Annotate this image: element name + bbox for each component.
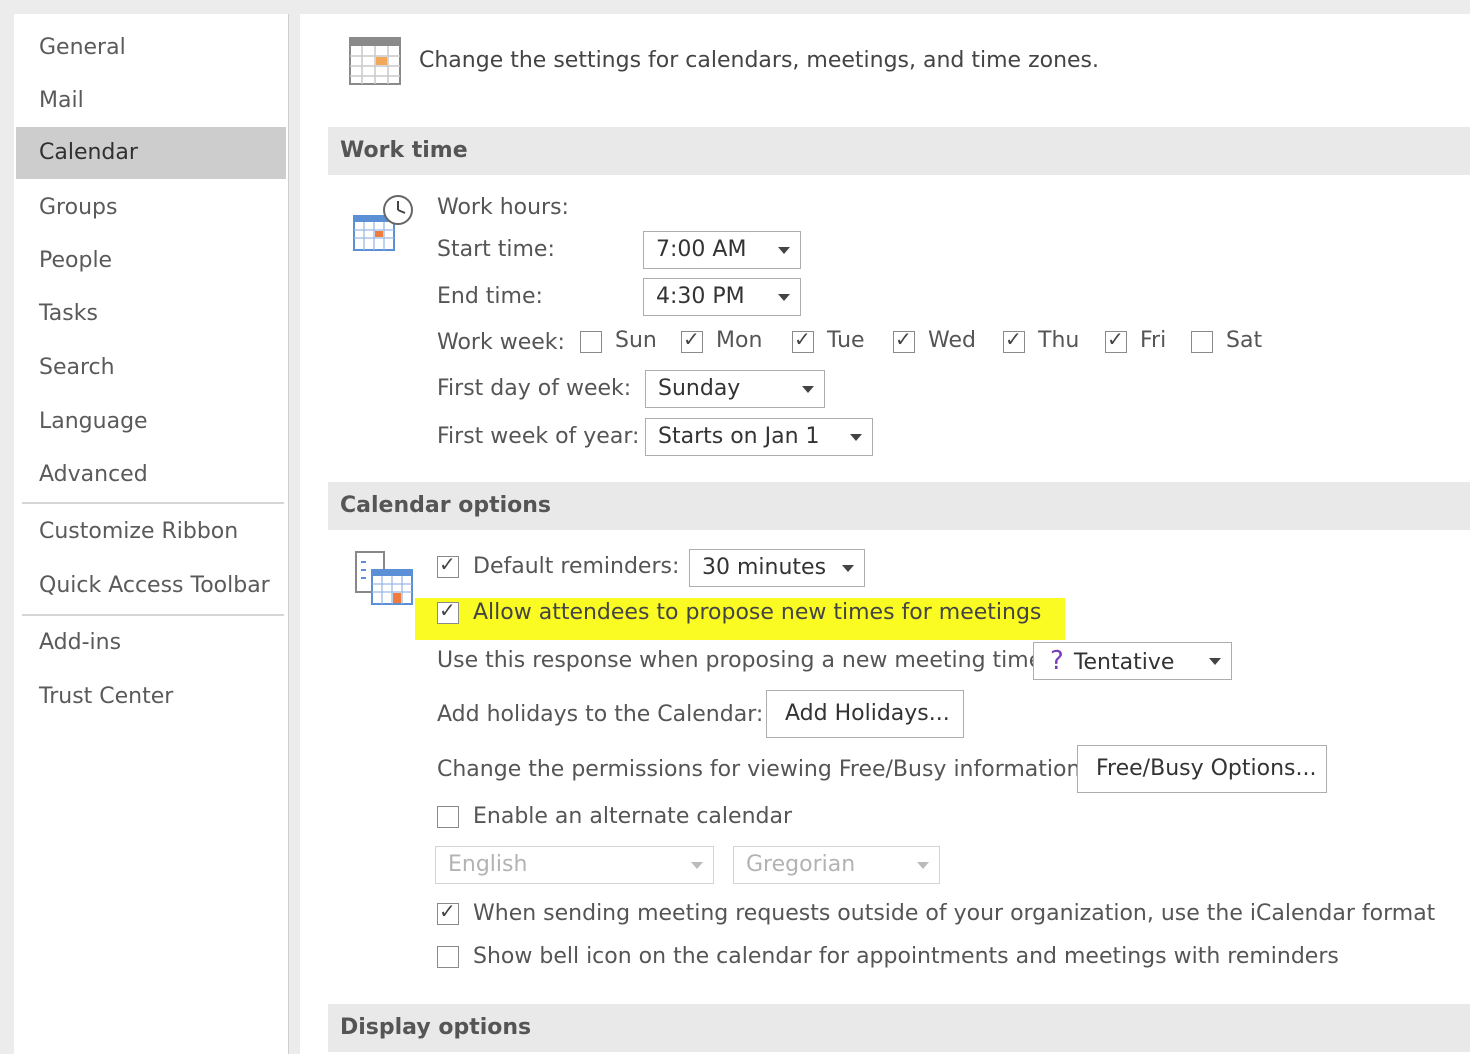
work-week-sat-label: Sat xyxy=(1226,328,1263,353)
work-week-tue-label: Tue xyxy=(827,328,865,353)
calendar-options-icon xyxy=(355,551,413,605)
section-header-display-options: Display options xyxy=(328,1004,1470,1052)
work-hours-clock-icon xyxy=(353,195,413,251)
work-week-tue-checkbox[interactable]: ✓ xyxy=(792,327,814,353)
alternate-language-dropdown[interactable]: English xyxy=(435,846,714,884)
sidebar-item-general[interactable]: General xyxy=(16,22,286,74)
chevron-down-icon xyxy=(778,247,790,254)
end-time-label: End time: xyxy=(437,284,543,309)
alternate-calendar-label: Enable an alternate calendar xyxy=(473,804,792,829)
start-time-dropdown[interactable]: 7:00 AM xyxy=(643,231,801,269)
work-week-wed-checkbox[interactable]: ✓ xyxy=(893,327,915,353)
tentative-question-icon: ? xyxy=(1050,646,1064,676)
work-week-thu-label: Thu xyxy=(1038,328,1080,353)
allow-propose-times-checkbox[interactable]: ✓ xyxy=(437,598,459,624)
sidebar-item-people[interactable]: People xyxy=(16,235,286,287)
chevron-down-icon xyxy=(917,862,929,869)
end-time-value: 4:30 PM xyxy=(656,284,745,309)
options-sidebar: General Mail Calendar Groups People Task… xyxy=(14,14,289,1054)
checkmark-icon: ✓ xyxy=(895,327,912,351)
work-week-sun-label: Sun xyxy=(615,328,657,353)
calendar-options-panel: Change the settings for calendars, meeti… xyxy=(300,14,1470,1054)
chevron-down-icon xyxy=(1209,658,1221,665)
default-reminders-value: 30 minutes xyxy=(702,555,827,580)
icalendar-format-label: When sending meeting requests outside of… xyxy=(473,901,1436,926)
page-description: Change the settings for calendars, meeti… xyxy=(419,48,1100,73)
sidebar-item-advanced[interactable]: Advanced xyxy=(16,449,286,501)
work-hours-label: Work hours: xyxy=(437,195,569,220)
work-week-sat-checkbox[interactable] xyxy=(1191,331,1213,353)
alternate-calendar-checkbox[interactable] xyxy=(437,806,459,828)
sidebar-item-groups[interactable]: Groups xyxy=(16,182,286,234)
work-week-mon-label: Mon xyxy=(716,328,763,353)
first-week-of-year-value: Starts on Jan 1 xyxy=(658,424,820,449)
chevron-down-icon xyxy=(842,565,854,572)
first-week-of-year-label: First week of year: xyxy=(437,424,640,449)
icalendar-format-checkbox[interactable]: ✓ xyxy=(437,899,459,925)
calendar-settings-icon xyxy=(349,37,401,85)
proposal-response-label: Use this response when proposing a new m… xyxy=(437,648,1050,673)
default-reminders-label: Default reminders: xyxy=(473,554,680,579)
chevron-down-icon xyxy=(802,386,814,393)
checkmark-icon: ✓ xyxy=(439,598,456,622)
default-reminders-checkbox[interactable]: ✓ xyxy=(437,552,459,578)
sidebar-item-search[interactable]: Search xyxy=(16,342,286,394)
work-week-fri-label: Fri xyxy=(1140,328,1167,353)
chevron-down-icon xyxy=(691,862,703,869)
checkmark-icon: ✓ xyxy=(683,327,700,351)
sidebar-item-tasks[interactable]: Tasks xyxy=(16,288,286,340)
sidebar-divider xyxy=(22,502,284,504)
proposal-response-dropdown[interactable]: ? Tentative xyxy=(1033,642,1232,680)
start-time-label: Start time: xyxy=(437,237,555,262)
first-week-of-year-dropdown[interactable]: Starts on Jan 1 xyxy=(645,418,873,456)
end-time-dropdown[interactable]: 4:30 PM xyxy=(643,278,801,316)
checkmark-icon: ✓ xyxy=(439,552,456,576)
checkmark-icon: ✓ xyxy=(439,899,456,923)
sidebar-divider xyxy=(22,614,284,616)
chevron-down-icon xyxy=(778,294,790,301)
work-week-wed-label: Wed xyxy=(928,328,976,353)
default-reminders-dropdown[interactable]: 30 minutes xyxy=(689,549,865,587)
sidebar-item-calendar[interactable]: Calendar xyxy=(16,127,286,179)
work-week-sun-checkbox[interactable] xyxy=(580,331,602,353)
start-time-value: 7:00 AM xyxy=(656,237,747,262)
checkmark-icon: ✓ xyxy=(794,327,811,351)
section-header-calendar-options: Calendar options xyxy=(328,482,1470,530)
work-week-fri-checkbox[interactable]: ✓ xyxy=(1105,327,1127,353)
first-day-of-week-dropdown[interactable]: Sunday xyxy=(645,370,825,408)
sidebar-item-add-ins[interactable]: Add-ins xyxy=(16,617,286,669)
sidebar-item-quick-access-toolbar[interactable]: Quick Access Toolbar xyxy=(16,560,286,612)
sidebar-item-customize-ribbon[interactable]: Customize Ribbon xyxy=(16,506,286,558)
alternate-language-value: English xyxy=(448,852,528,877)
work-week-label: Work week: xyxy=(437,330,565,355)
checkmark-icon: ✓ xyxy=(1107,327,1124,351)
first-day-of-week-label: First day of week: xyxy=(437,376,632,401)
sidebar-item-trust-center[interactable]: Trust Center xyxy=(16,671,286,723)
freebusy-options-button[interactable]: Free/Busy Options... xyxy=(1077,745,1327,793)
freebusy-permissions-label: Change the permissions for viewing Free/… xyxy=(437,757,1088,782)
alternate-calendar-type-value: Gregorian xyxy=(746,852,856,877)
add-holidays-label: Add holidays to the Calendar: xyxy=(437,702,764,727)
work-week-mon-checkbox[interactable]: ✓ xyxy=(681,327,703,353)
bell-icon-label: Show bell icon on the calendar for appoi… xyxy=(473,944,1339,969)
alternate-calendar-type-dropdown[interactable]: Gregorian xyxy=(733,846,940,884)
checkmark-icon: ✓ xyxy=(1005,327,1022,351)
first-day-of-week-value: Sunday xyxy=(658,376,741,401)
sidebar-item-language[interactable]: Language xyxy=(16,396,286,448)
bell-icon-checkbox[interactable] xyxy=(437,946,459,968)
section-header-work-time: Work time xyxy=(328,127,1470,175)
sidebar-item-mail[interactable]: Mail xyxy=(16,75,286,127)
chevron-down-icon xyxy=(850,434,862,441)
add-holidays-button[interactable]: Add Holidays... xyxy=(766,690,964,738)
allow-propose-times-label: Allow attendees to propose new times for… xyxy=(473,600,1042,625)
proposal-response-value: Tentative xyxy=(1073,650,1175,675)
work-week-thu-checkbox[interactable]: ✓ xyxy=(1003,327,1025,353)
